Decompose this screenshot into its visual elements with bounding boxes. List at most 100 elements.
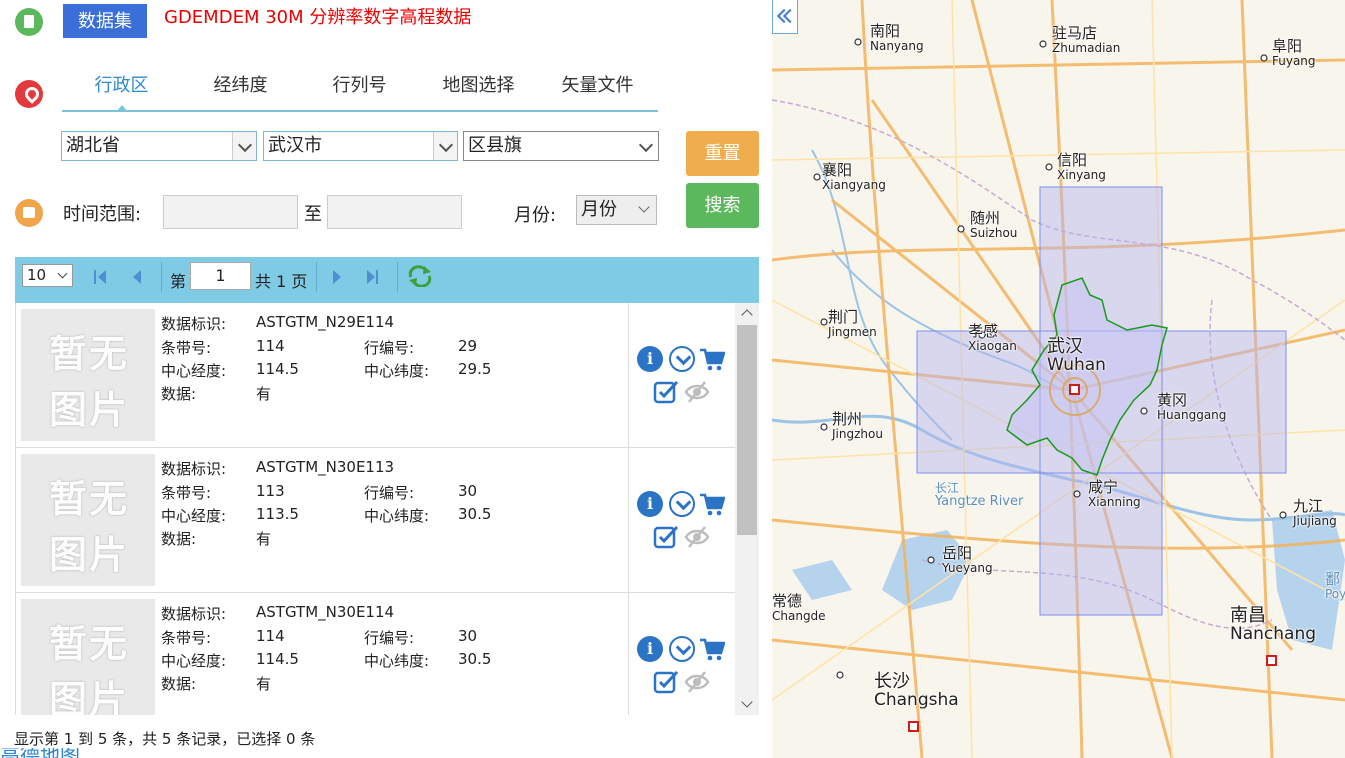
search-mode-tabs: 行政区 经纬度 行列号 地图选择 矢量文件	[62, 70, 658, 112]
county-select[interactable]: 区县旗	[463, 131, 659, 161]
map-label-xiaogan: 孝感 Xiaogan	[968, 322, 1017, 353]
next-page-icon[interactable]	[331, 270, 345, 284]
first-page-icon[interactable]	[94, 270, 108, 284]
checkbox-check-icon[interactable]	[653, 669, 679, 695]
map-label-fuyang: 阜阳 Fuyang	[1272, 37, 1316, 68]
scroll-up-icon[interactable]	[735, 303, 759, 323]
reset-button[interactable]: 重置	[686, 131, 759, 176]
placeholder-text: 暂无	[48, 332, 129, 376]
tab-vector-file[interactable]: 矢量文件	[538, 70, 657, 110]
download-icon[interactable]	[669, 491, 695, 517]
row-label: 行编号:	[364, 484, 415, 502]
scroll-thumb[interactable]	[737, 325, 757, 535]
query-panel: 数据集 GDEMDEM 30M 分辨率数字高程数据 行政区 经纬度 行列号 地图…	[0, 0, 772, 758]
table-row[interactable]: 暂无 图片 数据标识: ASTGTM_N30E114 条带号: 114 行编号: 30 中心经度…	[16, 593, 736, 715]
capital-marker	[1069, 384, 1080, 395]
eye-slash-icon[interactable]	[684, 524, 710, 550]
info-icon[interactable]: i	[637, 636, 663, 662]
tab-lat-lon[interactable]: 经纬度	[181, 70, 300, 110]
center-lon-value: 113.5	[256, 505, 299, 523]
map-label-poyang: 鄱Poyan	[1325, 570, 1345, 601]
strip-value: 113	[256, 482, 285, 500]
city-select[interactable]: 武汉市	[263, 131, 458, 161]
month-select[interactable]: 月份	[576, 195, 657, 225]
download-icon[interactable]	[669, 636, 695, 662]
id-value: ASTGTM_N30E114	[256, 603, 395, 621]
last-page-icon[interactable]	[367, 270, 381, 284]
chevron-down-icon	[57, 268, 68, 279]
dataset-icon	[15, 8, 43, 36]
center-lat-value: 30.5	[458, 650, 492, 668]
id-label: 数据标识:	[161, 605, 227, 623]
refresh-icon[interactable]	[407, 265, 433, 287]
list-scrollbar[interactable]	[735, 303, 759, 715]
cart-icon[interactable]	[699, 491, 725, 517]
placeholder-text: 图片	[48, 388, 129, 432]
center-lat-label: 中心纬度:	[364, 652, 430, 670]
month-value: 月份	[581, 199, 617, 220]
info-icon[interactable]: i	[637, 346, 663, 372]
table-row[interactable]: 暂无 图片 数据标识: ASTGTM_N29E114 条带号: 114 行编号: 29 中心经度…	[16, 303, 736, 448]
chevron-down-icon	[634, 132, 658, 160]
start-date-input[interactable]	[163, 195, 298, 229]
info-icon[interactable]: i	[637, 491, 663, 517]
row-actions: i	[628, 448, 736, 593]
data-value: 有	[256, 530, 272, 548]
eye-slash-icon[interactable]	[684, 669, 710, 695]
amap-logo: 高德地图	[0, 748, 150, 758]
collapse-panel-button[interactable]	[772, 0, 798, 34]
id-value: ASTGTM_N30E113	[256, 458, 395, 476]
eye-slash-icon[interactable]	[684, 379, 710, 405]
cart-icon[interactable]	[699, 636, 725, 662]
center-lat-label: 中心纬度:	[364, 362, 430, 380]
map-label-huanggang: 黄冈 Huanggang	[1157, 391, 1227, 422]
center-lon-label: 中心经度:	[161, 652, 227, 670]
checkbox-check-icon[interactable]	[653, 379, 679, 405]
map-label-wuhan: 武汉 Wuhan	[1047, 336, 1106, 375]
time-range-label: 时间范围:	[63, 204, 142, 225]
capital-marker	[1266, 655, 1277, 666]
table-row[interactable]: 暂无 图片 数据标识: ASTGTM_N30E113 条带号: 113 行编号: 30 中心经度…	[16, 448, 736, 593]
chevron-down-icon	[433, 132, 457, 160]
county-value: 区县旗	[468, 135, 522, 156]
map-label-yangtze: 长江 Yangtze River	[935, 481, 1024, 509]
map-label-xiangyang: 襄阳 Xiangyang	[822, 161, 886, 192]
province-select[interactable]: 湖北省	[61, 131, 257, 161]
row-label: 行编号:	[364, 629, 415, 647]
end-date-input[interactable]	[327, 195, 462, 229]
page-size-value: 10	[27, 266, 47, 284]
id-label: 数据标识:	[161, 315, 227, 333]
location-pin-icon	[15, 80, 43, 108]
page-total: 共 1 页	[255, 272, 308, 291]
placeholder-text: 暂无	[48, 622, 129, 666]
row-actions: i	[628, 593, 736, 715]
row-label: 行编号:	[364, 339, 415, 357]
row-actions: i	[628, 303, 736, 448]
month-label: 月份:	[514, 205, 557, 226]
map-label-jingmen: 荆门 Jingmen	[828, 308, 877, 339]
tab-row-col[interactable]: 行列号	[300, 70, 419, 110]
download-icon[interactable]	[669, 346, 695, 372]
chevron-down-icon	[232, 132, 256, 160]
tab-admin-region[interactable]: 行政区	[62, 70, 181, 112]
city-value: 武汉市	[268, 135, 322, 156]
tab-map-select[interactable]: 地图选择	[419, 70, 538, 110]
checkbox-check-icon[interactable]	[653, 524, 679, 550]
id-value: ASTGTM_N29E114	[256, 313, 395, 331]
map-view[interactable]: 南阳 Nanyang 驻马店 Zhumadian 阜阳 Fuyang 信阳 Xinyan…	[772, 0, 1345, 758]
scroll-down-icon[interactable]	[735, 695, 759, 715]
strip-label: 条带号:	[161, 629, 212, 647]
prev-page-icon[interactable]	[131, 270, 145, 284]
page-number-input[interactable]: 1	[190, 262, 251, 290]
map-label-xianning: 咸宁 Xianning	[1088, 478, 1141, 509]
app-root: 数据集 GDEMDEM 30M 分辨率数字高程数据 行政区 经纬度 行列号 地图…	[0, 0, 1345, 758]
page-prefix: 第	[170, 272, 187, 291]
dataset-button[interactable]: 数据集	[63, 4, 147, 38]
cart-icon[interactable]	[699, 346, 725, 372]
capital-marker	[908, 721, 919, 732]
province-value: 湖北省	[66, 135, 120, 156]
search-button[interactable]: 搜索	[686, 183, 759, 228]
page-size-select[interactable]: 10	[22, 264, 73, 287]
thumbnail-placeholder: 暂无 图片	[21, 454, 155, 586]
map-label-nanchang: 南昌 Nanchang	[1230, 605, 1317, 644]
